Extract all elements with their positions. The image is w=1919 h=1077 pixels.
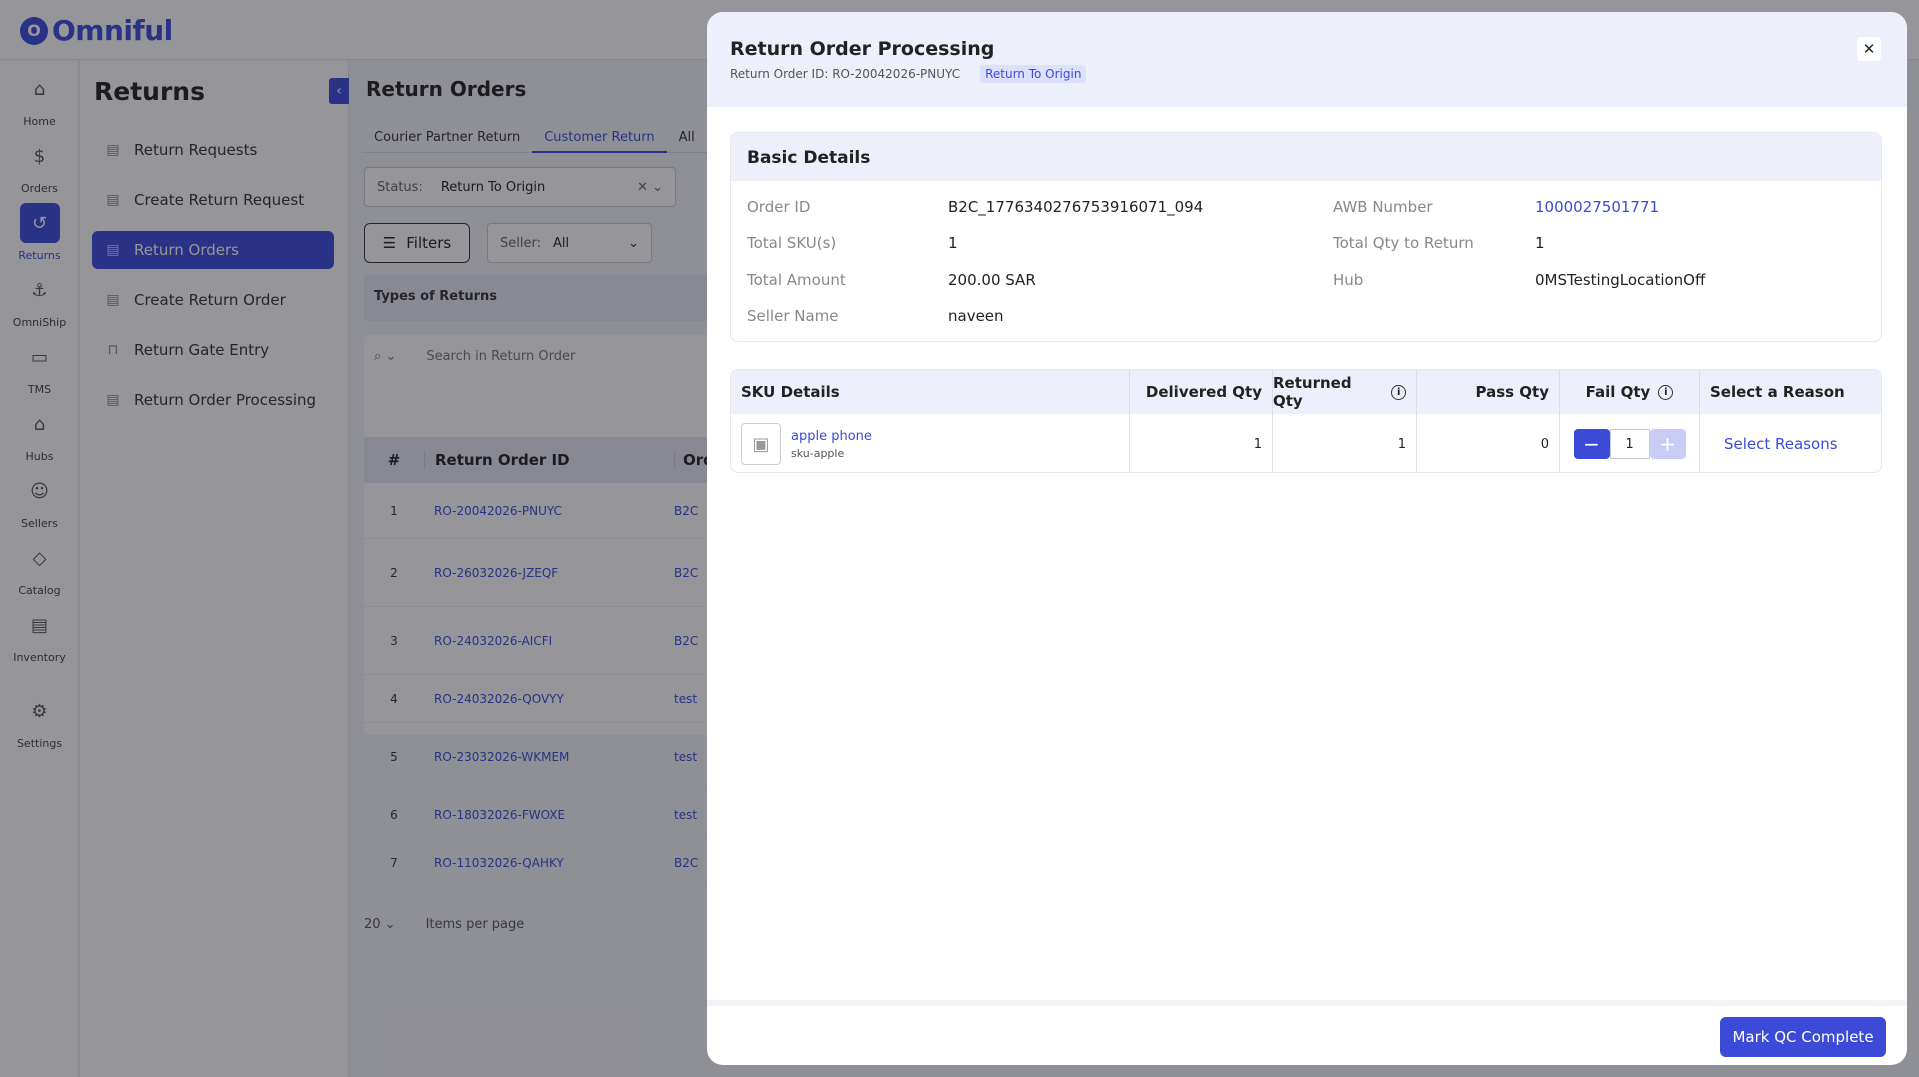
sku-table-header: SKU Details Delivered Qty Returned Qty i… <box>731 370 1881 414</box>
sku-code: sku-apple <box>791 446 845 460</box>
fail-qty-input[interactable]: 1 <box>1609 429 1650 459</box>
select-reasons-link[interactable]: Select Reasons <box>1710 435 1838 453</box>
close-button[interactable]: ✕ <box>1857 37 1881 61</box>
mark-qc-complete-button[interactable]: Mark QC Complete <box>1720 1017 1886 1057</box>
select-reason-cell: Select Reasons <box>1700 414 1881 472</box>
awb-number-label: AWB Number <box>1333 198 1433 216</box>
product-image-placeholder-icon: ▣ <box>741 423 781 465</box>
delivered-qty-cell: 1 <box>1130 414 1273 472</box>
hub-label: Hub <box>1333 271 1364 289</box>
fail-qty-stepper: − 1 + <box>1573 429 1686 459</box>
minus-icon: − <box>1583 432 1600 456</box>
total-sku-label: Total SKU(s) <box>747 234 837 252</box>
column-header-pass-qty: Pass Qty <box>1417 370 1560 414</box>
increment-button[interactable]: + <box>1649 429 1686 459</box>
modal-subtitle: Return Order ID: RO-20042026-PNUYC Retur… <box>730 65 1087 83</box>
modal-title: Return Order Processing <box>730 38 995 60</box>
sku-details-table: SKU Details Delivered Qty Returned Qty i… <box>730 369 1882 473</box>
total-sku-value: 1 <box>948 234 958 252</box>
total-amount-value: 200.00 SAR <box>948 271 1036 289</box>
fail-qty-label: Fail Qty <box>1585 383 1651 401</box>
sku-info: apple phone sku-apple <box>791 429 872 460</box>
table-row: ▣ apple phone sku-apple 1 1 0 − 1 + Sele… <box>731 414 1881 472</box>
awb-number-link[interactable]: 1000027501771 <box>1535 198 1659 216</box>
basic-details-heading: Basic Details <box>731 133 1881 181</box>
return-order-id: Return Order ID: RO-20042026-PNUYC <box>730 67 961 81</box>
close-icon: ✕ <box>1862 40 1876 58</box>
total-amount-label: Total Amount <box>747 271 846 289</box>
status-badge: Return To Origin <box>980 65 1087 83</box>
seller-name-label: Seller Name <box>747 307 839 325</box>
decrement-button[interactable]: − <box>1573 429 1610 459</box>
returned-qty-cell: 1 <box>1273 414 1417 472</box>
seller-name-value: naveen <box>948 307 1004 325</box>
fail-qty-cell: − 1 + <box>1560 414 1700 472</box>
column-header-delivered-qty: Delivered Qty <box>1130 370 1273 414</box>
return-order-processing-modal: Return Order Processing Return Order ID:… <box>707 12 1907 1065</box>
pass-qty-cell: 0 <box>1417 414 1560 472</box>
column-header-sku-details: SKU Details <box>731 370 1130 414</box>
modal-header: Return Order Processing Return Order ID:… <box>707 12 1907 107</box>
column-header-select-reason: Select a Reason <box>1710 383 1845 401</box>
info-icon[interactable]: i <box>1658 384 1674 400</box>
plus-icon: + <box>1659 432 1676 456</box>
column-header-fail-qty: Fail Qty i <box>1560 370 1700 414</box>
hub-value: 0MSTestingLocationOff <box>1535 271 1706 289</box>
sku-name-link[interactable]: apple phone <box>791 429 872 444</box>
basic-details-card: Basic Details Order ID B2C_1776340276753… <box>730 132 1882 342</box>
order-id-label: Order ID <box>747 198 811 216</box>
total-qty-label: Total Qty to Return <box>1333 234 1474 252</box>
sku-details-cell: ▣ apple phone sku-apple <box>731 414 1130 472</box>
total-qty-value: 1 <box>1535 234 1545 252</box>
info-icon[interactable]: i <box>1391 384 1406 400</box>
column-header-returned-qty: Returned Qty i <box>1273 370 1417 414</box>
modal-footer: Mark QC Complete <box>707 1000 1907 1065</box>
order-id-value: B2C_1776340276753916071_094 <box>948 198 1204 216</box>
returned-qty-label: Returned Qty <box>1273 374 1352 410</box>
